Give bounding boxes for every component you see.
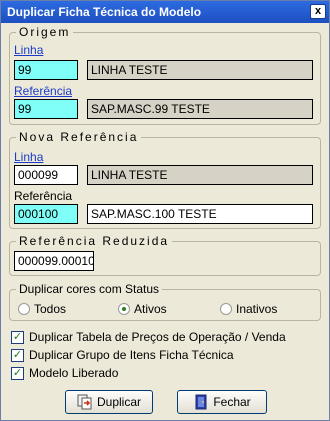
origem-referencia-link[interactable]: Referência — [14, 84, 72, 98]
check-modelo-liberado[interactable]: ✓ Modelo Liberado — [11, 366, 118, 380]
referencia-reduzida-field[interactable]: 000099.000100 — [14, 251, 94, 271]
radio-ativos-indicator[interactable] — [118, 303, 130, 315]
nova-linha-desc-field: LINHA TESTE — [87, 165, 313, 185]
nova-referencia-title: Nova Referência — [16, 130, 142, 144]
nova-linha-code-field[interactable]: 000099 — [14, 165, 78, 185]
door-exit-icon — [193, 394, 209, 410]
origem-linha-link[interactable]: Linha — [14, 43, 43, 57]
origem-linha-code-field[interactable]: 99 — [14, 60, 78, 80]
radio-todos-label: Todos — [34, 302, 67, 316]
referencia-reduzida-title: Referência Reduzida — [16, 234, 173, 248]
check-duplicar-tabela-precos[interactable]: ✓ Duplicar Tabela de Preços de Operação … — [11, 330, 286, 344]
radio-inativos-label: Inativos — [236, 302, 278, 316]
nova-referencia-code-field[interactable]: 000100 — [14, 204, 78, 224]
fechar-button[interactable]: Fechar — [177, 390, 267, 414]
radio-inativos[interactable]: Inativos — [220, 302, 277, 316]
check-duplicar-tabela-precos-label: Duplicar Tabela de Preços de Operação / … — [29, 330, 286, 344]
radio-todos-indicator[interactable] — [18, 303, 30, 315]
check-duplicar-grupo-itens-label: Duplicar Grupo de Itens Ficha Técnica — [29, 348, 234, 362]
radio-ativos-label: Ativos — [134, 302, 167, 316]
duplicar-button[interactable]: Duplicar — [65, 390, 153, 414]
duplicate-icon — [77, 394, 93, 410]
duplicar-button-label: Duplicar — [96, 395, 141, 409]
origem-linha-desc-field: LINHA TESTE — [87, 60, 313, 80]
duplicar-cores-title: Duplicar cores com Status — [16, 282, 163, 296]
check-duplicar-grupo-itens[interactable]: ✓ Duplicar Grupo de Itens Ficha Técnica — [11, 348, 234, 362]
check-modelo-liberado-box[interactable]: ✓ — [11, 366, 24, 380]
radio-todos[interactable]: Todos — [18, 302, 66, 316]
nova-referencia-label: Referência — [14, 189, 73, 203]
nova-linha-link[interactable]: Linha — [14, 150, 43, 164]
origem-referencia-desc-field: SAP.MASC.99 TESTE — [87, 99, 313, 119]
radio-inativos-indicator[interactable] — [220, 303, 232, 315]
close-icon: x — [314, 5, 322, 17]
fechar-button-label: Fechar — [213, 395, 251, 409]
close-button[interactable]: x — [310, 4, 326, 19]
origem-referencia-code-field[interactable]: 99 — [14, 99, 78, 119]
origem-title: Origem — [16, 25, 74, 39]
check-duplicar-tabela-precos-box[interactable]: ✓ — [11, 330, 24, 344]
radio-ativos[interactable]: Ativos — [118, 302, 167, 316]
nova-referencia-desc-field[interactable]: SAP.MASC.100 TESTE — [87, 204, 313, 224]
check-duplicar-grupo-itens-box[interactable]: ✓ — [11, 348, 24, 362]
check-modelo-liberado-label: Modelo Liberado — [29, 366, 119, 380]
title-bar[interactable]: Duplicar Ficha Técnica do Modelo x — [1, 1, 329, 23]
dialog-window: Duplicar Ficha Técnica do Modelo x Orige… — [0, 0, 330, 421]
window-title: Duplicar Ficha Técnica do Modelo — [7, 5, 202, 19]
